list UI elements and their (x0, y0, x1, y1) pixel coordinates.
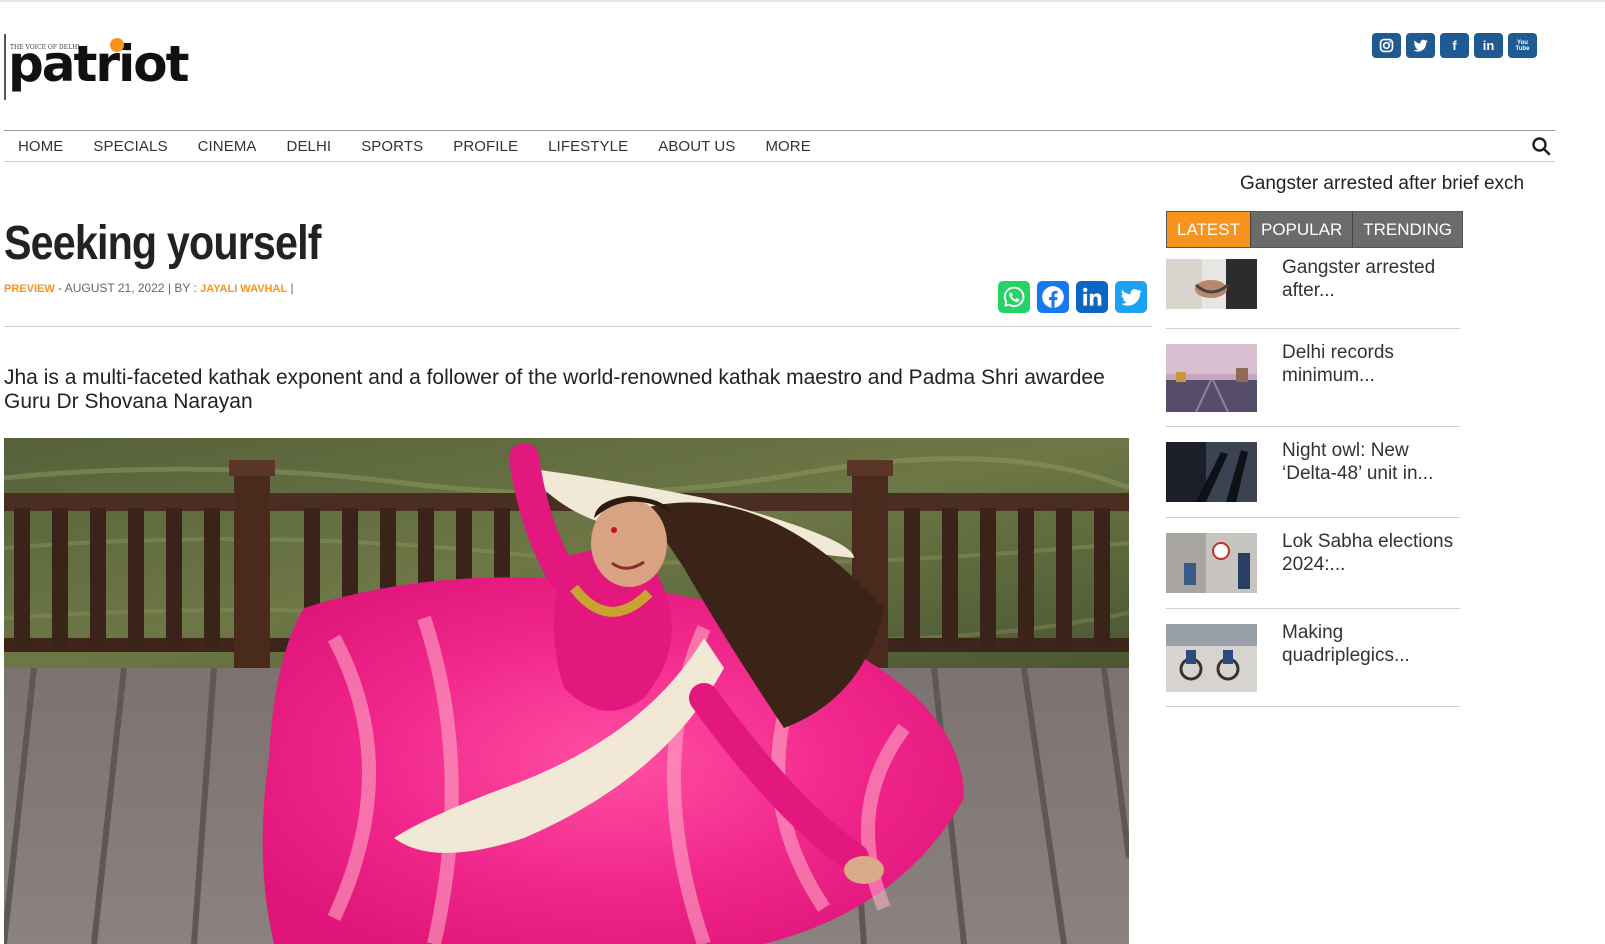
nav-item-delhi[interactable]: DELHI (287, 138, 332, 155)
facebook-icon (1042, 286, 1064, 308)
news-title[interactable]: Night owl: New ‘Delta-48’ unit in... (1282, 439, 1458, 485)
whatsapp-icon (1003, 286, 1025, 308)
nav-item-sports[interactable]: SPORTS (361, 138, 423, 155)
youtube-label: You Tube (1515, 39, 1530, 52)
nav-item-about-us[interactable]: ABOUT US (658, 138, 735, 155)
article-date: - AUGUST 21, 2022 | BY : (54, 281, 201, 295)
instagram-icon[interactable] (1372, 33, 1401, 58)
tab-trending[interactable]: TRENDING (1353, 212, 1463, 247)
linkedin-icon (1083, 287, 1102, 306)
site-logo[interactable]: THE VOICE OF DELHI patriot (4, 34, 189, 100)
news-title[interactable]: Delhi records minimum... (1282, 341, 1458, 387)
article-title: Seeking yourself (4, 217, 321, 270)
article-author[interactable]: JAYALI WAVHAL (200, 283, 287, 295)
logo-dot (110, 38, 124, 52)
list-item[interactable]: Delhi records minimum... (1166, 329, 1460, 427)
nav-list: HOME SPECIALS CINEMA DELHI SPORTS PROFILE LIFE… (18, 131, 841, 161)
main-nav: HOME SPECIALS CINEMA DELHI SPORTS PROFILE LIFE… (4, 130, 1555, 162)
nav-item-lifestyle[interactable]: LIFESTYLE (548, 138, 628, 155)
list-item[interactable]: Making quadriplegics... (1166, 609, 1460, 707)
facebook-icon[interactable]: f (1440, 33, 1469, 58)
tab-latest[interactable]: LATEST (1167, 212, 1251, 247)
news-thumbnail[interactable] (1166, 533, 1257, 593)
search-icon[interactable] (1531, 136, 1551, 156)
article-meta: PREVIEW - AUGUST 21, 2022 | BY : JAYALI … (4, 281, 294, 295)
tab-popular[interactable]: POPULAR (1250, 212, 1354, 247)
twitter-share-button[interactable] (1115, 281, 1147, 313)
news-thumbnail[interactable] (1166, 259, 1257, 309)
facebook-share-button[interactable] (1037, 281, 1069, 313)
title-divider (4, 326, 1152, 327)
news-thumbnail[interactable] (1166, 624, 1257, 692)
linkedin-share-button[interactable] (1076, 281, 1108, 313)
news-thumbnail[interactable] (1166, 344, 1257, 412)
article-summary: Jha is a multi-faceted kathak exponent a… (4, 366, 1105, 413)
top-border (0, 0, 1605, 2)
article-hero-image (4, 438, 1129, 944)
list-item[interactable]: Gangster arrested after... (1166, 247, 1460, 329)
news-title[interactable]: Gangster arrested after... (1282, 256, 1458, 302)
news-ticker[interactable]: Gangster arrested after brief exch (1240, 173, 1555, 195)
whatsapp-share-button[interactable] (998, 281, 1030, 313)
youtube-icon[interactable]: You Tube (1508, 33, 1537, 58)
list-item[interactable]: Night owl: New ‘Delta-48’ unit in... (1166, 427, 1460, 518)
logo-bar (4, 34, 6, 100)
social-links: f in You Tube (1372, 33, 1537, 58)
nav-item-more[interactable]: MORE (765, 138, 810, 155)
share-buttons (998, 281, 1147, 313)
nav-item-specials[interactable]: SPECIALS (93, 138, 167, 155)
article-category[interactable]: PREVIEW (4, 283, 55, 295)
linkedin-icon[interactable]: in (1474, 33, 1503, 58)
news-title[interactable]: Lok Sabha elections 2024:... (1282, 530, 1458, 576)
sidebar-tabs: LATEST POPULAR TRENDING (1166, 211, 1464, 248)
sidebar-list: Gangster arrested after... Delhi records… (1166, 247, 1460, 707)
meta-separator: | (287, 281, 294, 295)
nav-item-profile[interactable]: PROFILE (453, 138, 518, 155)
news-title[interactable]: Making quadriplegics... (1282, 621, 1458, 667)
nav-item-cinema[interactable]: CINEMA (198, 138, 257, 155)
news-thumbnail[interactable] (1166, 442, 1257, 502)
twitter-icon (1121, 289, 1143, 306)
nav-item-home[interactable]: HOME (18, 138, 63, 155)
list-item[interactable]: Lok Sabha elections 2024:... (1166, 518, 1460, 609)
logo-word: patriot (8, 35, 189, 93)
twitter-icon[interactable] (1406, 33, 1435, 58)
